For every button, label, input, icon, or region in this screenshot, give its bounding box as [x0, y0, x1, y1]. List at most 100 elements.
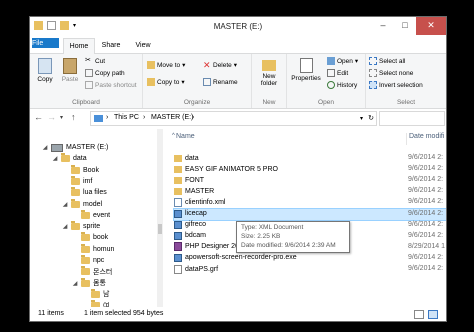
- nav-tree-item[interactable]: homun: [72, 243, 114, 255]
- copy-path-button[interactable]: Copy path: [85, 69, 125, 77]
- recent-locations-icon[interactable]: ▾: [60, 114, 63, 121]
- navigation-pane: ◢ MASTER (E:) ◢ data Book imf lua files ◢ model e…: [30, 129, 163, 310]
- file-row[interactable]: MASTER: [174, 186, 214, 196]
- tab-home[interactable]: Home: [63, 38, 95, 54]
- select-none-button[interactable]: Select none: [369, 69, 413, 77]
- maximize-button[interactable]: □: [394, 17, 416, 35]
- navigation-bar: ← → ▾ ↑ › This PC › MASTER (E:) › ▾ ↻: [30, 109, 446, 127]
- file-row[interactable]: data: [174, 153, 199, 163]
- breadcrumb-drive[interactable]: MASTER (E:): [151, 114, 193, 121]
- details-view-icon[interactable]: [414, 310, 424, 319]
- nav-tree-item[interactable]: imf: [62, 175, 92, 187]
- nav-tree-item[interactable]: book: [72, 232, 108, 243]
- file-date: 9/6/2014 2:: [408, 154, 444, 161]
- paste-icon: [63, 58, 77, 74]
- dropdown-arrow-icon: ▾: [182, 62, 186, 69]
- up-arrow-icon[interactable]: ↑: [71, 112, 76, 122]
- expand-arrow-icon[interactable]: ◢: [42, 144, 48, 151]
- file-date: 9/6/2014 2:: [408, 231, 444, 239]
- file-row[interactable]: EASY GIF ANIMATOR 5 PRO: [174, 164, 278, 174]
- select-all-button[interactable]: Select all: [369, 57, 405, 65]
- select-all-icon: [369, 57, 377, 65]
- file-date: 9/6/2014 2:: [408, 220, 444, 228]
- folder-icon: [81, 243, 90, 253]
- file-date: 9/6/2014 2:: [408, 187, 444, 195]
- nav-tree-item[interactable]: 몬스터: [72, 266, 112, 277]
- file-name: EASY GIF ANIMATOR 5 PRO: [185, 165, 278, 173]
- copy-to-button[interactable]: Copy to ▾: [147, 78, 185, 86]
- history-button[interactable]: History: [327, 81, 357, 89]
- nav-tree-item[interactable]: Book: [62, 164, 99, 176]
- xml-icon: [174, 197, 182, 207]
- file-row[interactable]: FONT: [174, 175, 204, 185]
- large-icons-view-icon[interactable]: [428, 310, 438, 319]
- expand-arrow-icon[interactable]: ◢: [52, 155, 58, 162]
- nav-tree-item[interactable]: event: [72, 209, 111, 221]
- new-folder-icon: [262, 60, 276, 71]
- file-date: 9/6/2014 2:: [408, 198, 444, 206]
- file-row[interactable]: licecap: [174, 209, 207, 219]
- nav-tree-item[interactable]: npc: [72, 255, 104, 266]
- dropdown-arrow-icon: ▾: [233, 62, 238, 69]
- nav-tree-label: MASTER (E:): [66, 144, 109, 151]
- delete-button[interactable]: ✕ Delete ▾: [203, 61, 238, 70]
- copy-button[interactable]: Copy: [33, 58, 57, 83]
- folder-icon: [81, 255, 90, 264]
- nav-tree-label: event: [93, 211, 111, 219]
- open-button[interactable]: Open ▾: [327, 57, 358, 65]
- nav-tree-item[interactable]: ◢ data: [52, 153, 87, 164]
- breadcrumb-this-pc[interactable]: This PC: [114, 114, 139, 121]
- forward-arrow-icon[interactable]: →: [47, 112, 56, 122]
- selection-highlight: [173, 208, 446, 221]
- nav-tree-item[interactable]: ◢ MASTER (E:): [42, 142, 108, 153]
- paste-shortcut-button[interactable]: Paste shortcut: [85, 81, 137, 89]
- minimize-button[interactable]: –: [372, 17, 394, 35]
- properties-icon: [299, 58, 313, 73]
- search-input[interactable]: [379, 111, 445, 126]
- file-row[interactable]: dataPS.grf: [174, 264, 218, 274]
- exe-icon: [174, 220, 182, 229]
- address-bar[interactable]: › This PC › MASTER (E:) › ▾ ↻: [90, 111, 377, 126]
- folder-icon: [81, 266, 90, 276]
- paste-button[interactable]: Paste: [58, 58, 82, 83]
- nav-tree-item[interactable]: ◢ model: [62, 198, 102, 210]
- nav-tree-item[interactable]: 남: [82, 288, 109, 300]
- expand-arrow-icon[interactable]: ◢: [62, 223, 68, 230]
- invert-selection-button[interactable]: Invert selection: [369, 81, 423, 89]
- cut-button[interactable]: ✂ Cut: [85, 57, 105, 65]
- nav-scrollbar[interactable]: [157, 129, 163, 307]
- file-name: data: [185, 154, 199, 162]
- tab-view[interactable]: View: [131, 38, 155, 53]
- file-row[interactable]: gifreco: [174, 220, 206, 230]
- column-date-modified[interactable]: Date modifi: [406, 133, 444, 145]
- properties-button[interactable]: Properties: [289, 58, 323, 82]
- move-to-icon: [147, 61, 155, 69]
- refresh-icon[interactable]: ↻: [368, 114, 374, 122]
- file-name: MASTER: [185, 187, 215, 195]
- back-arrow-icon[interactable]: ←: [34, 112, 43, 122]
- scroll-thumb[interactable]: [158, 224, 162, 234]
- tab-share[interactable]: Share: [98, 38, 124, 53]
- column-name[interactable]: Name: [176, 133, 195, 145]
- copy-to-icon: [147, 78, 155, 86]
- file-row[interactable]: apowersoft-screen-recorder-pro.exe: [174, 253, 297, 263]
- nav-tree-item[interactable]: ◢ sprite: [62, 221, 100, 232]
- address-dropdown-icon[interactable]: ▾: [360, 115, 363, 122]
- nav-tree-item[interactable]: ◢ 몸통: [72, 277, 106, 289]
- expand-arrow-icon[interactable]: ◢: [72, 280, 78, 287]
- file-row[interactable]: bdcam: [174, 231, 206, 241]
- file-name: clientinfo.xml: [185, 198, 226, 206]
- nav-tree-item[interactable]: lua files: [62, 187, 107, 198]
- new-folder-button[interactable]: New folder: [254, 58, 284, 87]
- rename-button[interactable]: Rename: [203, 78, 238, 86]
- close-button[interactable]: ✕: [416, 17, 446, 35]
- file-row[interactable]: clientinfo.xml: [174, 197, 225, 207]
- expand-arrow-icon[interactable]: ◢: [62, 201, 68, 208]
- edit-button[interactable]: Edit: [327, 69, 348, 77]
- invert-selection-icon: [369, 81, 377, 89]
- paste-shortcut-icon: [85, 81, 93, 89]
- move-to-button[interactable]: Move to ▾: [147, 61, 185, 69]
- clipboard-group: Copy Paste ✂ Cut Copy path Paste shortcut…: [30, 54, 143, 108]
- folder-icon: [71, 187, 80, 197]
- tab-file[interactable]: File: [32, 38, 59, 48]
